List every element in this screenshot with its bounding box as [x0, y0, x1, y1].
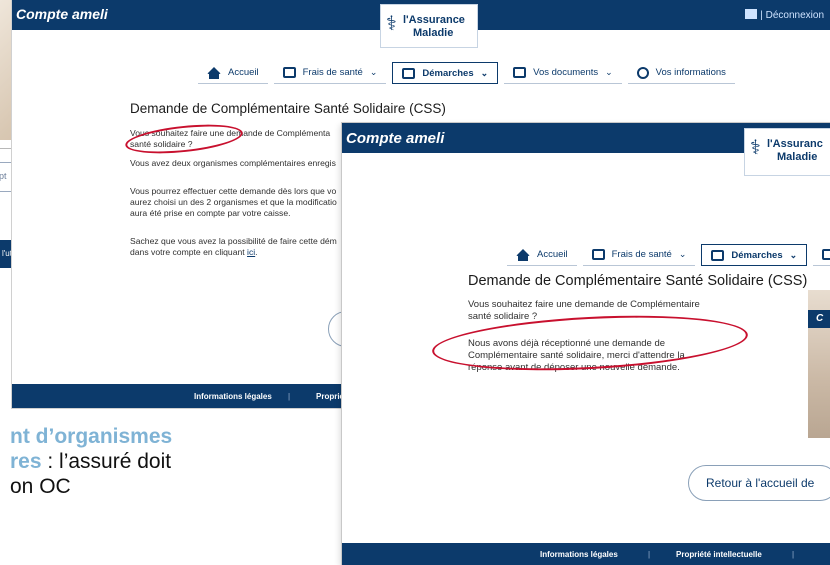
nav-demarches-label: Démarches — [422, 67, 474, 79]
option-line-1: Sachez que vous avez la possibilité de f… — [130, 236, 337, 246]
footer-propriete-link[interactable]: Propriété intellectuelle — [676, 550, 762, 559]
footer: Informations légales | Propriété intelle… — [342, 543, 830, 565]
chevron-down-icon: ⌄ — [605, 67, 613, 77]
footer-propriete-link[interactable]: Proprié — [316, 392, 344, 401]
folder-icon — [822, 249, 830, 260]
option-line-2: dans votre compte en cliquant — [130, 247, 245, 257]
background-input-fragment: pt — [0, 162, 12, 192]
chevron-down-icon: ⌄ — [369, 67, 378, 77]
chevron-down-icon: ⌄ — [480, 67, 489, 78]
nav-demarches-label: Démarches — [731, 249, 783, 261]
nav-frais-de-sante[interactable]: Frais de santé ⌄ — [582, 244, 696, 266]
logo-mark-icon: ⚕ — [750, 137, 761, 159]
slide-line-1: nt d’organismes — [10, 425, 173, 448]
annotation-ellipse — [123, 119, 245, 159]
card-icon — [591, 249, 605, 260]
user-icon — [636, 66, 649, 79]
logo-mark-icon: ⚕ — [386, 13, 397, 35]
condition-paragraph: Vous pourrez effectuer cette demande dès… — [130, 186, 337, 219]
slide-line-2-highlight: res — [10, 450, 42, 473]
organismes-paragraph: Vous avez deux organismes complémentaire… — [130, 158, 336, 168]
nav-vos-documents[interactable] — [813, 244, 830, 266]
logout-label: | Déconnexion — [760, 10, 824, 21]
side-photo-fragment: C — [808, 290, 830, 438]
logo-text-line2: Maladie — [413, 27, 454, 39]
logo-text-line1: l'Assuranc — [767, 138, 823, 150]
home-icon — [516, 249, 530, 261]
condition-line-3: aura été prise en compte par votre caiss… — [130, 208, 291, 218]
logo-text-line2: Maladie — [777, 151, 818, 163]
page-title: Demande de Complémentaire Santé Solidair… — [130, 101, 446, 116]
option-paragraph: Sachez que vous avez la possibilité de f… — [130, 236, 337, 258]
nav-frais-de-sante[interactable]: Frais de santé ⌄ — [273, 62, 387, 84]
nav-documents-label: Vos documents — [533, 67, 599, 78]
nav-accueil[interactable]: Accueil — [198, 62, 268, 84]
nav-frais-label: Frais de santé — [302, 67, 363, 78]
nav-accueil-label: Accueil — [537, 249, 568, 260]
page-title: Demande de Complémentaire Santé Solidair… — [468, 273, 808, 289]
side-tag: C — [808, 310, 830, 328]
slide-body-text: nt d’organismes res : l’assuré doit on O… — [10, 424, 172, 499]
folder-icon — [513, 67, 527, 78]
nav-vos-documents[interactable]: Vos documents ⌄ — [504, 62, 622, 84]
brand-title: Compte ameli — [346, 130, 445, 147]
nav-informations-label: Vos informations — [655, 67, 726, 78]
footer-legal-link[interactable]: Informations légales — [194, 392, 272, 401]
background-button-text: l'ut — [2, 249, 12, 258]
card-icon — [282, 67, 296, 78]
nav-frais-label: Frais de santé — [611, 249, 672, 260]
main-navigation: Accueil Frais de santé ⌄ Démarches ⌄ Vos… — [198, 62, 741, 84]
background-input-text: pt — [0, 171, 7, 181]
slide-line-2-rest: : l’assuré doit — [41, 450, 172, 473]
nav-accueil-label: Accueil — [228, 67, 259, 78]
document-icon — [402, 67, 416, 79]
screenshot-window-2: Compte ameli ⚕ l'Assuranc Maladie Accuei… — [342, 123, 830, 565]
condition-line-1: Vous pourrez effectuer cette demande dès… — [130, 186, 337, 196]
background-button-fragment: l'ut — [0, 240, 12, 268]
option-line-2-end: . — [255, 247, 258, 257]
footer-separator: | — [648, 550, 651, 559]
assurance-maladie-logo[interactable]: ⚕ l'Assurance Maladie — [380, 4, 478, 48]
chevron-down-icon: ⌄ — [678, 249, 687, 259]
home-icon — [207, 67, 221, 79]
brand-title: Compte ameli — [16, 6, 108, 22]
chevron-down-icon: ⌄ — [789, 249, 798, 260]
assurance-maladie-logo[interactable]: ⚕ l'Assuranc Maladie — [744, 128, 830, 176]
main-navigation: Accueil Frais de santé ⌄ Démarches ⌄ — [507, 244, 830, 266]
footer-separator-2: | — [792, 550, 795, 559]
return-home-button[interactable]: Retour à l'accueil de — [688, 465, 830, 501]
footer-separator: | — [288, 392, 291, 401]
nav-accueil[interactable]: Accueil — [507, 244, 577, 266]
footer-legal-link[interactable]: Informations légales — [540, 550, 618, 559]
document-icon — [711, 249, 725, 261]
slide-line-3: on OC — [10, 475, 71, 498]
logout-link[interactable]: | Déconnexion — [745, 9, 824, 21]
ici-link[interactable]: ici — [247, 247, 255, 257]
condition-line-2: aurez choisi un des 2 organismes et que … — [130, 197, 337, 207]
logout-icon — [745, 9, 758, 19]
logo-text-line1: l'Assurance — [403, 14, 465, 26]
intro-line-1: Vous souhaitez faire une demande de Comp… — [468, 299, 700, 310]
nav-demarches[interactable]: Démarches ⌄ — [392, 62, 499, 84]
nav-demarches[interactable]: Démarches ⌄ — [701, 244, 808, 266]
nav-vos-informations[interactable]: Vos informations — [627, 62, 735, 84]
